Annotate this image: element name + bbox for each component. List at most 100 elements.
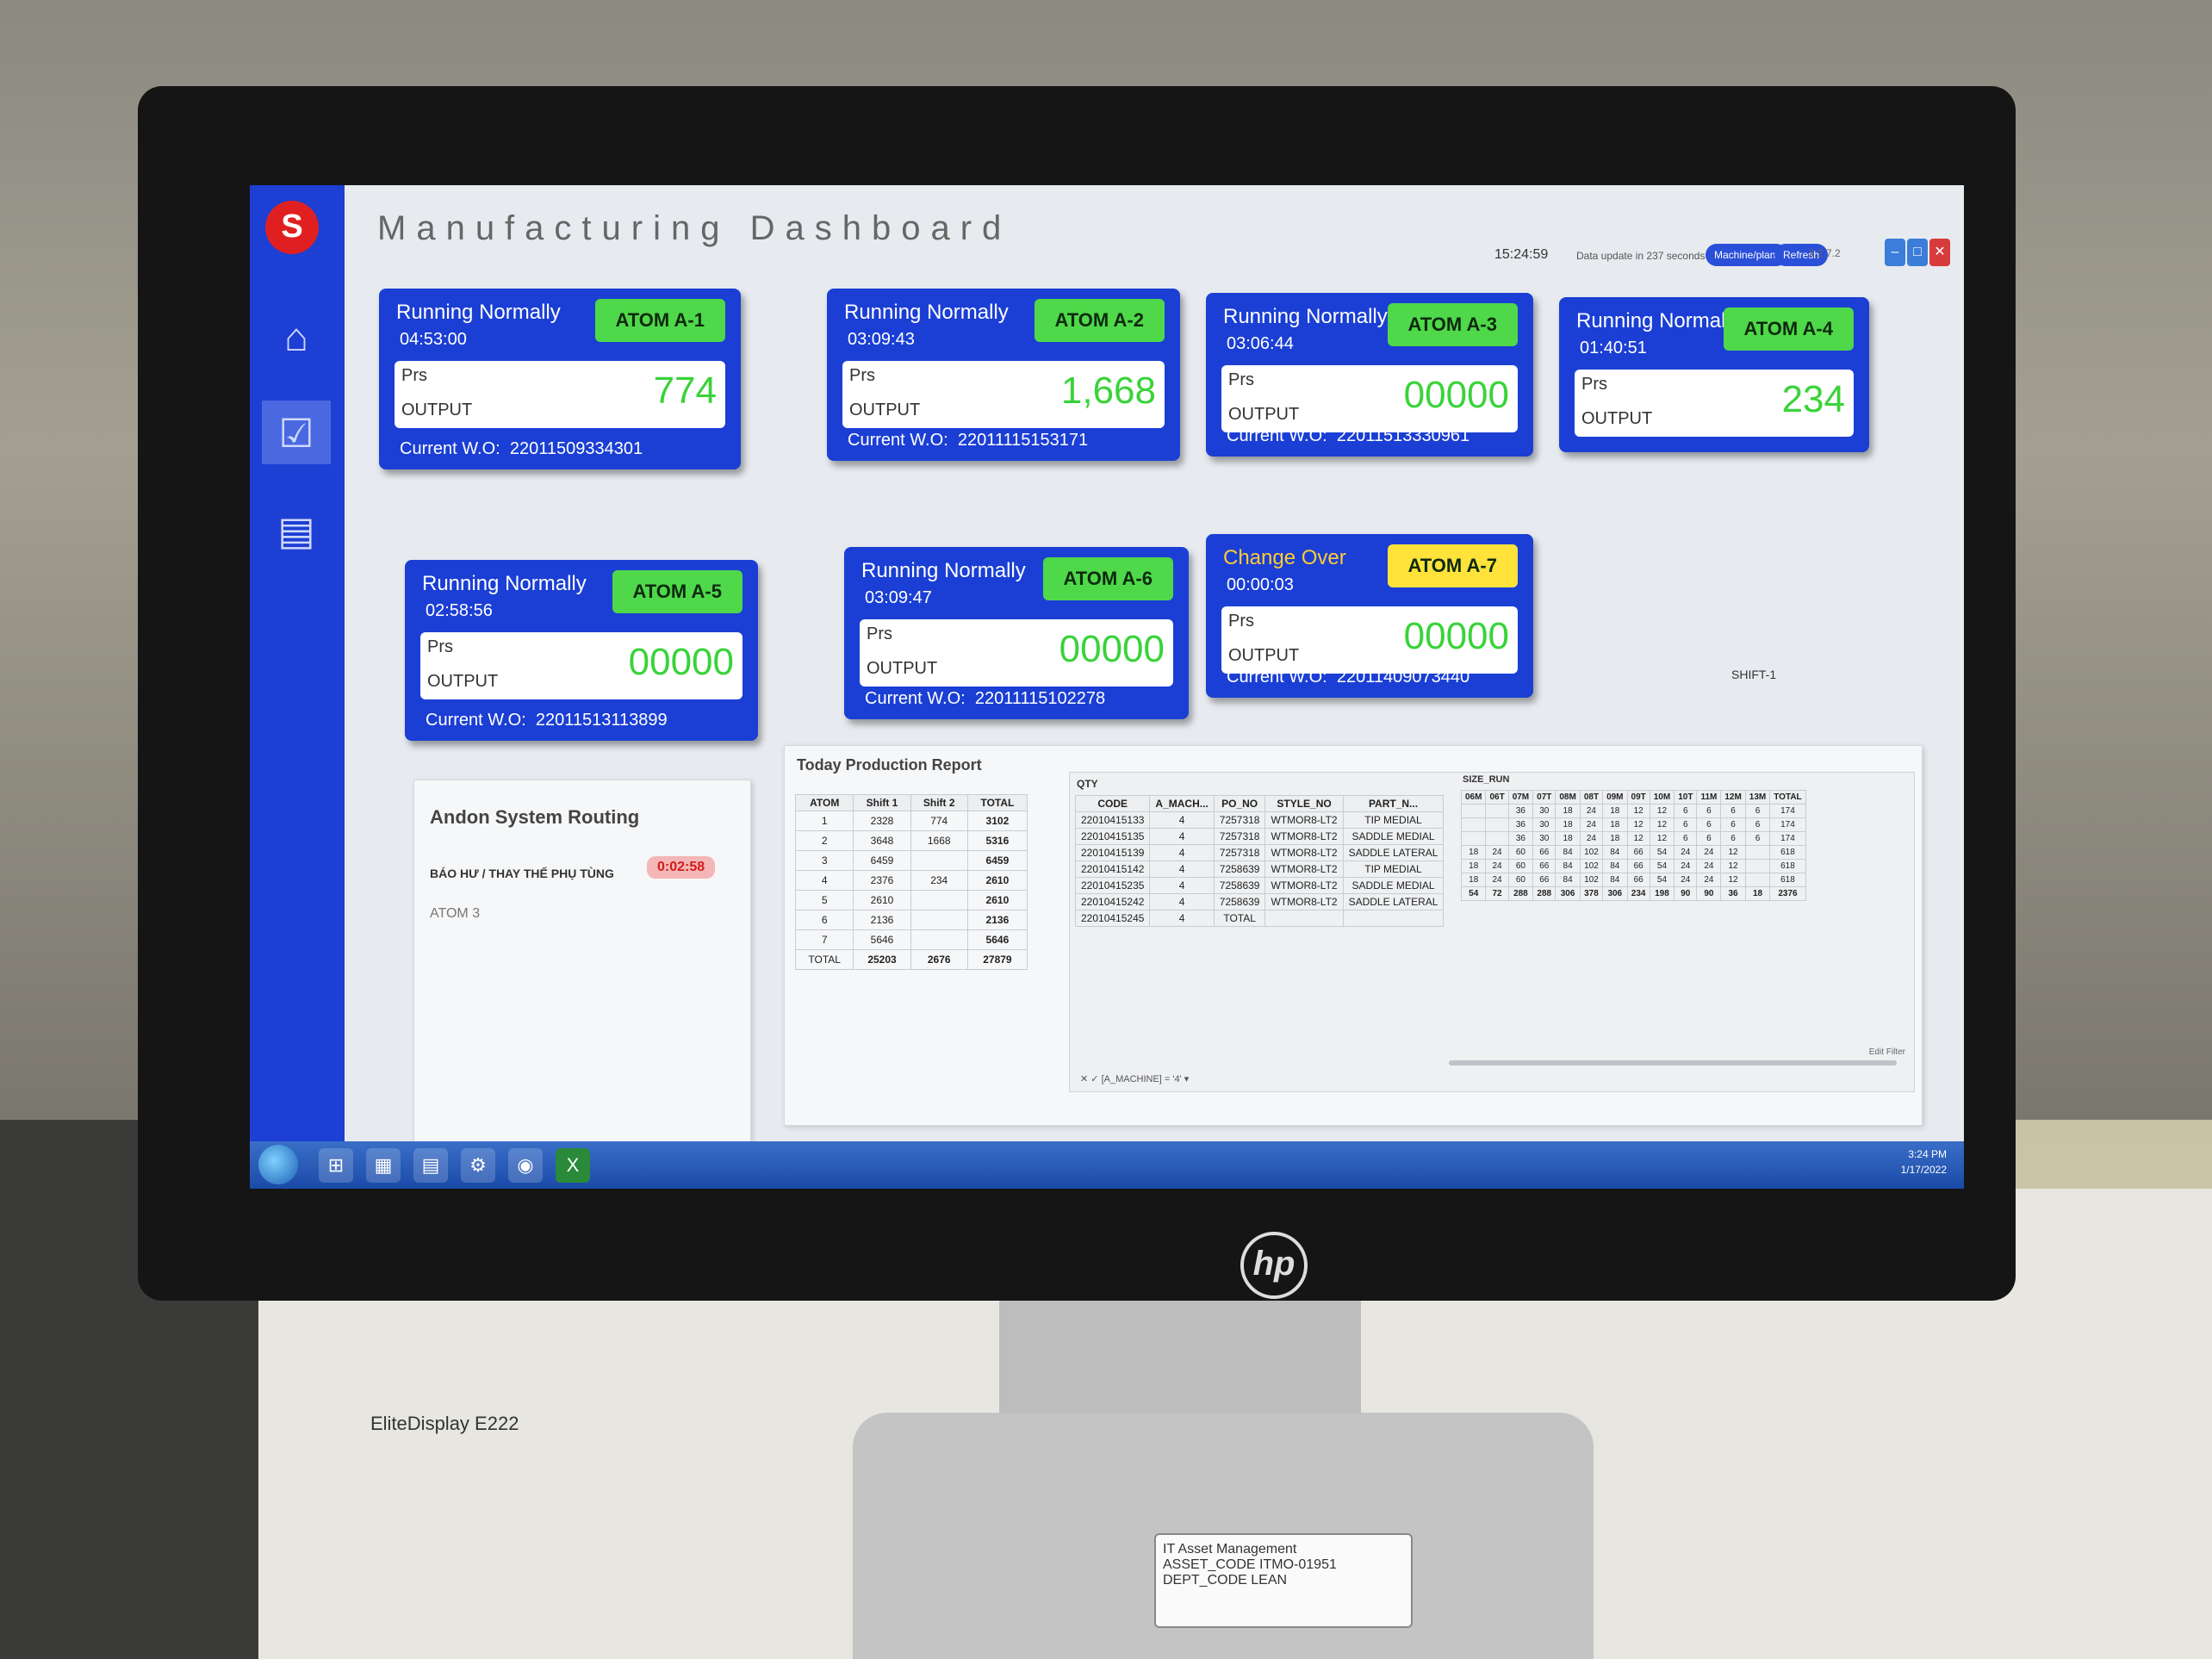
column-header[interactable]: PART_N... [1342, 795, 1445, 812]
output-count: 00000 [1403, 615, 1509, 657]
asset-tag: IT Asset Management ASSET_CODE ITMO-0195… [1154, 1533, 1413, 1628]
page-title: Manufacturing Dashboard [377, 209, 1012, 247]
table-row[interactable]: 36 30 18 24 18 12 12 6 6 6 6 174 [1460, 831, 1806, 846]
table-row[interactable]: 6 2136 2136 [794, 910, 1028, 930]
table-row[interactable]: 36 30 18 24 18 12 12 6 6 6 6 174 [1460, 804, 1806, 818]
network-app-icon[interactable]: ⊞ [319, 1148, 353, 1183]
output-count: 774 [653, 370, 717, 412]
column-header[interactable]: CODE [1074, 795, 1151, 812]
column-header[interactable]: PO_NO [1213, 795, 1266, 812]
prs-label: Prs [1228, 612, 1254, 631]
output-box: Prs OUTPUT 00000 [1221, 365, 1518, 432]
machine-status: Running Normally [844, 301, 1009, 324]
shift-label: SHIFT-1 [1731, 668, 1777, 681]
table-header-row: ATOM Shift 1 Shift 2 TOTAL [794, 794, 1028, 811]
column-header[interactable]: TOTAL [966, 794, 1028, 811]
machine-badge: ATOM A-7 [1387, 544, 1518, 587]
output-count: 00000 [1403, 374, 1509, 416]
minimize-button[interactable]: – [1885, 239, 1905, 266]
monitor-model: EliteDisplay E222 [370, 1413, 519, 1434]
table-row[interactable]: 1 2328 774 3102 [794, 811, 1028, 831]
table-row[interactable]: 5 2610 2610 [794, 890, 1028, 910]
check-filter-icon[interactable]: ✓ [1090, 1074, 1098, 1084]
browser-app-icon[interactable]: ◉ [508, 1148, 543, 1183]
machine-timer: 04:53:00 [400, 330, 467, 349]
table-row[interactable]: 22010415139 4 7257318 WTMOR8-LT2 SADDLE LATE… [1074, 844, 1445, 861]
calendar-check-icon[interactable]: ☑ [274, 411, 319, 456]
hp-logo: hp [1240, 1232, 1308, 1299]
machine-card-a5[interactable]: Running Normally 02:58:56 ATOM A-5 Prs O… [405, 560, 758, 741]
report-document-icon[interactable]: ▤ [274, 508, 319, 553]
output-count: 00000 [628, 641, 734, 683]
machine-card-a2[interactable]: Running Normally 03:09:43 ATOM A-2 Prs O… [827, 289, 1180, 461]
machine-card-a6[interactable]: Running Normally 03:09:47 ATOM A-6 Prs O… [844, 547, 1189, 719]
work-order: Current W.O: 22011513330961 [1227, 426, 1470, 445]
work-order: Current W.O: 22011115102278 [865, 689, 1106, 708]
home-icon[interactable]: ⌂ [274, 314, 319, 359]
column-header[interactable]: Shift 2 [910, 794, 968, 811]
table-total-row: TOTAL 25203 2676 27879 [794, 949, 1028, 970]
table-row[interactable]: 18 24 60 66 84 102 84 66 54 24 24 12 618 [1460, 845, 1806, 860]
column-header[interactable]: STYLE_NO [1264, 795, 1344, 812]
machine-status: Running Normally [396, 301, 561, 324]
column-header[interactable]: A_MACH... [1149, 795, 1215, 812]
table-row[interactable]: 18 24 60 66 84 102 84 66 54 24 24 12 618 [1460, 873, 1806, 887]
andon-timer: 0:02:58 [647, 856, 716, 879]
horizontal-scrollbar[interactable] [1449, 1060, 1897, 1066]
explorer-app-icon[interactable]: ▤ [413, 1148, 448, 1183]
size-run-grid: SIZE_RUN 06M 06T 07M 07T 08M 08T 09M 09T 10M 10T 1… [1457, 773, 1828, 936]
document-app-icon[interactable]: ▦ [366, 1148, 401, 1183]
andon-panel: Andon System Routing BÁO HƯ / THAY THẾ P… [413, 780, 751, 1143]
qty-grid: QTY CODE A_MACH... PO_NO STYLE_NO PART_N… [1069, 772, 1915, 1092]
output-label: OUTPUT [1228, 405, 1300, 424]
table-row[interactable]: 18 24 60 66 84 102 84 66 54 24 24 12 618 [1460, 859, 1806, 873]
column-header[interactable]: Shift 1 [853, 794, 911, 811]
system-clock[interactable]: 3:24 PM 1/17/2022 [1901, 1146, 1947, 1177]
output-box: Prs OUTPUT 00000 [1221, 606, 1518, 674]
machine-badge: ATOM A-4 [1723, 308, 1854, 351]
machine-timer: 03:09:43 [848, 330, 915, 349]
table-total-row: 54 72 288 288 306 378 306 234 198 90 90 36 18 2376 [1460, 886, 1806, 901]
table-row[interactable]: 36 30 18 24 18 12 12 6 6 6 6 174 [1460, 817, 1806, 832]
close-button[interactable]: ✕ [1929, 239, 1950, 266]
table-row[interactable]: 4 2376 234 2610 [794, 870, 1028, 891]
table-row[interactable]: 22010415135 4 7257318 WTMOR8-LT2 SADDLE MEDI… [1074, 828, 1445, 845]
machine-card-a3[interactable]: Running Normally 03:06:44 ATOM A-3 Prs O… [1206, 293, 1533, 457]
production-report-panel: Today Production Report ATOM Shift 1 Shi… [784, 745, 1923, 1126]
machine-status: Running Normally [422, 572, 587, 595]
table-row[interactable]: 22010415142 4 7258639 WTMOR8-LT2 TIP MEDIAL [1074, 861, 1445, 878]
edit-filter-link[interactable]: Edit Filter [1869, 1047, 1905, 1057]
clear-filter-icon[interactable]: ✕ [1080, 1074, 1088, 1084]
table-row[interactable]: 7 5646 5646 [794, 929, 1028, 950]
windows-taskbar: ⊞ ▦ ▤ ⚙ ◉ X 3:24 PM 1/17/2022 [250, 1141, 1964, 1189]
table-row[interactable]: 22010415235 4 7258639 WTMOR8-LT2 SADDLE MEDI… [1074, 877, 1445, 894]
current-time: 15:24:59 [1494, 247, 1549, 262]
machine-badge: ATOM A-5 [612, 570, 743, 613]
dashboard-screen: S ⌂ ☑ ▤ Manufacturing Dashboard 15:24:59… [250, 185, 1964, 1189]
machine-timer: 03:06:44 [1227, 334, 1294, 353]
table-row[interactable]: 3 6459 6459 [794, 850, 1028, 871]
output-label: OUTPUT [427, 672, 499, 691]
machine-timer: 01:40:51 [1580, 339, 1647, 357]
output-count: 234 [1781, 378, 1845, 420]
machine-card-a1[interactable]: Running Normally 04:53:00 ATOM A-1 Prs O… [379, 289, 741, 469]
filter-bar[interactable]: ✕ ✓ [A_MACHINE] = '4' ▾ [1080, 1073, 1189, 1084]
table-row[interactable]: 2 3648 1668 5316 [794, 830, 1028, 851]
filter-expression: [A_MACHINE] = '4' [1101, 1074, 1182, 1084]
work-order: Current W.O: 22011513113899 [426, 711, 668, 730]
table-row[interactable]: 22010415242 4 7258639 WTMOR8-LT2 SADDLE LATE… [1074, 893, 1445, 910]
table-row[interactable]: 22010415245 4 TOTAL [1074, 910, 1445, 927]
column-header[interactable]: ATOM [794, 794, 854, 811]
tools-app-icon[interactable]: ⚙ [461, 1148, 495, 1183]
machine-status: Running Normally [1223, 305, 1388, 328]
machine-timer: 02:58:56 [426, 601, 493, 620]
excel-app-icon[interactable]: X [556, 1148, 590, 1183]
chevron-down-icon[interactable]: ▾ [1184, 1074, 1190, 1084]
start-button[interactable] [258, 1145, 298, 1184]
andon-title: Andon System Routing [430, 806, 640, 828]
machine-card-a7[interactable]: Change Over 00:00:03 ATOM A-7 Prs OUTPUT… [1206, 534, 1533, 698]
table-row[interactable]: 22010415133 4 7257318 WTMOR8-LT2 TIP MEDIAL [1074, 811, 1445, 829]
machine-card-a4[interactable]: Running Normally 01:40:51 ATOM A-4 Prs O… [1559, 297, 1869, 452]
maximize-button[interactable]: □ [1907, 239, 1928, 266]
qty-table: CODE A_MACH... PO_NO STYLE_NO PART_N... … [1074, 795, 1445, 927]
